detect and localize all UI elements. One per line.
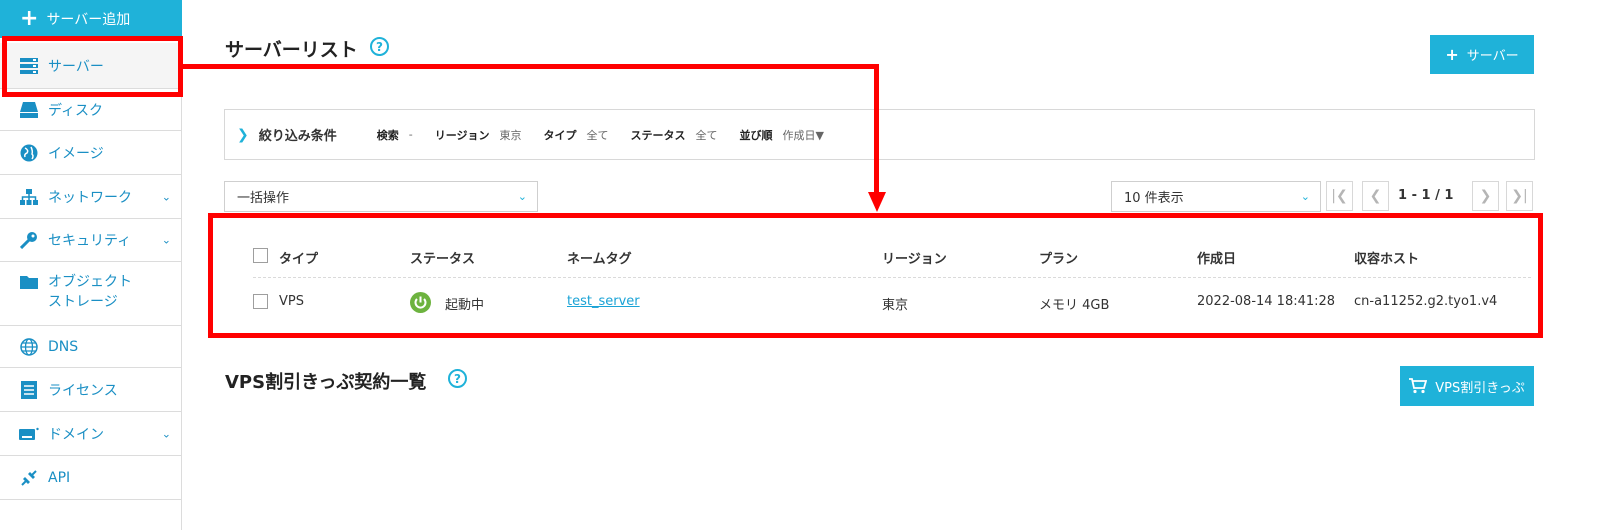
last-page-button[interactable]: ❯|: [1506, 181, 1533, 211]
license-icon: [19, 380, 39, 400]
filter-key-type: タイプ: [543, 128, 577, 142]
per-page-select[interactable]: 10 件表示 ⌄: [1111, 181, 1321, 212]
sidebar-item-label: オブジェクト ストレージ: [48, 272, 132, 312]
globe-icon: [19, 337, 39, 357]
chevron-down-icon[interactable]: ⌄: [162, 427, 171, 440]
per-page-label: 10 件表示: [1124, 191, 1184, 206]
sidebar-item-dns[interactable]: DNS: [0, 326, 181, 368]
vps-ticket-button-label: VPS割引きっぷ: [1435, 380, 1525, 396]
filter-value-search: -: [408, 128, 413, 141]
sidebar-item-label-line2: ストレージ: [48, 294, 118, 310]
page-title: サーバーリスト: [225, 39, 358, 61]
disk-icon: [19, 100, 39, 120]
cart-icon: [1409, 378, 1428, 394]
sidebar-item-label: セキュリティ: [48, 233, 132, 249]
bulk-action-label: 一括操作: [237, 191, 290, 206]
filter-bar[interactable]: ❯ 絞り込み条件 検索 - リージョン 東京 タイプ 全て ステータス 全て 並…: [224, 109, 1535, 160]
bulk-action-select[interactable]: 一括操作 ⌄: [224, 181, 538, 212]
annotation-arrow-head: [868, 192, 886, 212]
annotation-line-vertical: [874, 64, 879, 194]
highlight-box-sidebar-server: [2, 36, 183, 97]
sidebar-item-label: ディスク: [48, 102, 104, 119]
image-globe-icon: [19, 143, 39, 163]
add-server-button-label: サーバー: [1466, 49, 1519, 64]
vps-ticket-button[interactable]: VPS割引きっぷ: [1400, 366, 1534, 406]
sidebar-item-object-storage[interactable]: オブジェクト ストレージ: [0, 262, 181, 326]
filter-value-region: 東京: [499, 128, 522, 142]
sidebar-item-license[interactable]: ライセンス: [0, 368, 181, 412]
sidebar-item-label: ドメイン: [48, 426, 104, 443]
chevron-down-icon: ⌄: [517, 190, 527, 203]
next-page-button[interactable]: ❯: [1472, 181, 1499, 211]
chevron-down-icon[interactable]: ⌄: [162, 234, 171, 247]
sidebar-nav: サーバー ディスク イメージ ネットワーク ⌄ セキュリティ ⌄ オブジェクト …: [0, 43, 181, 500]
filter-key-status: ステータス: [630, 128, 686, 142]
plus-icon: +: [1445, 45, 1459, 64]
sidebar-item-domain[interactable]: ドメイン ⌄: [0, 412, 181, 456]
sidebar-item-image[interactable]: イメージ: [0, 131, 181, 175]
prev-page-button[interactable]: ❮: [1362, 181, 1389, 211]
filter-title[interactable]: 絞り込み条件: [259, 125, 337, 144]
filter-key-sort: 並び順: [739, 128, 773, 142]
last-page-icon: ❯|: [1511, 188, 1528, 204]
filter-value-status: 全て: [695, 128, 718, 142]
help-icon[interactable]: ?: [448, 369, 467, 388]
sidebar-item-label: ネットワーク: [48, 189, 132, 206]
filter-value-sort: 作成日▼: [782, 128, 824, 142]
highlight-box-server-table: [208, 213, 1543, 338]
chevron-down-icon[interactable]: ⌄: [162, 190, 171, 203]
filter-value-type: 全て: [586, 128, 609, 142]
sidebar-item-security[interactable]: セキュリティ ⌄: [0, 219, 181, 262]
filter-key-region: リージョン: [434, 128, 490, 142]
first-page-button[interactable]: |❮: [1326, 181, 1353, 211]
sidebar-item-label: ライセンス: [48, 382, 118, 399]
api-icon: [19, 468, 39, 488]
sidebar-item-api[interactable]: API: [0, 456, 181, 500]
folder-icon: [19, 272, 39, 292]
pagination-text: 1 - 1 / 1: [1398, 188, 1454, 203]
add-server-sidebar-button[interactable]: + サーバー追加: [0, 0, 182, 38]
sidebar-item-network[interactable]: ネットワーク ⌄: [0, 175, 181, 219]
chevron-right-icon[interactable]: ❯: [237, 127, 249, 143]
sidebar-item-label: DNS: [48, 338, 79, 355]
add-server-button[interactable]: + サーバー: [1430, 35, 1534, 74]
app-root: + サーバー追加 サーバー ディスク イメージ ネットワーク ⌄ セキュリティ …: [0, 0, 1600, 530]
annotation-line-horizontal: [181, 64, 879, 69]
network-icon: [19, 187, 39, 207]
first-page-icon: |❮: [1331, 188, 1348, 204]
chevron-down-icon: ⌄: [1300, 190, 1310, 203]
vps-section-title: VPS割引きっぷ契約一覧: [225, 372, 427, 393]
help-icon[interactable]: ?: [370, 37, 389, 56]
prev-page-icon: ❮: [1369, 188, 1382, 204]
sidebar-item-label-line1: オブジェクト: [48, 274, 132, 290]
add-server-label: サーバー追加: [46, 12, 131, 28]
plus-icon: +: [20, 6, 39, 31]
sidebar-item-label: イメージ: [48, 145, 104, 162]
domain-icon: [19, 424, 39, 444]
sidebar-item-label: API: [48, 469, 71, 486]
key-icon: [19, 230, 39, 250]
next-page-icon: ❯: [1479, 188, 1492, 204]
filter-key-search: 検索: [376, 128, 399, 142]
